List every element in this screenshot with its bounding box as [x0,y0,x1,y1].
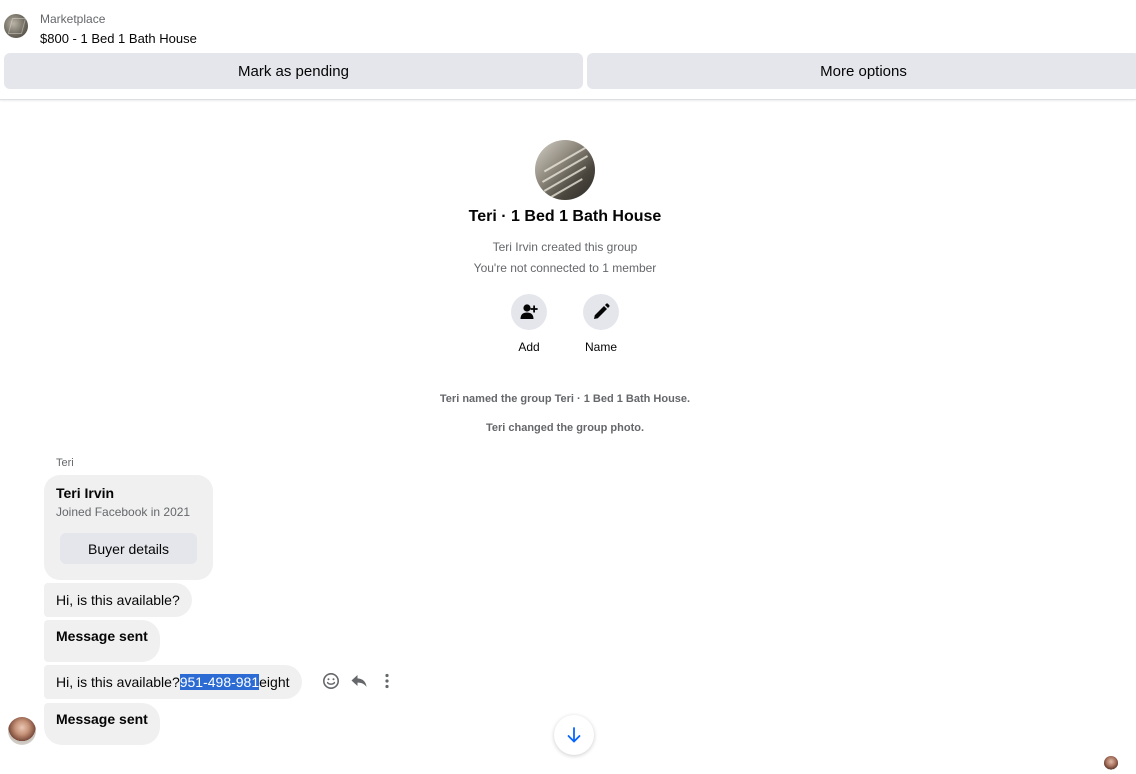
message-text: Hi, is this available? [56,592,180,608]
more-vertical-icon[interactable] [378,672,396,690]
buyer-details-button[interactable]: Buyer details [60,533,197,564]
listing-thumbnail[interactable] [4,14,28,38]
reply-icon[interactable] [350,672,368,690]
message-bubble[interactable]: Hi, is this available? 951-498-981 eight [44,665,302,699]
message-text: Message sent [56,711,148,727]
group-name: Teri · 1 Bed 1 Bath House [468,208,662,225]
pencil-icon[interactable] [583,294,619,330]
arrow-down-icon [567,727,581,743]
scroll-to-bottom-button[interactable] [554,715,594,755]
message-text: eight [259,674,290,690]
message-text: Message sent [56,628,148,644]
name-group-action[interactable]: Name [581,294,621,354]
message-text: Hi, is this available? [56,674,180,690]
mark-as-pending-label: Mark as pending [238,62,349,80]
buyer-name: Teri Irvin [56,485,115,501]
emoji-icon[interactable] [322,672,340,690]
listing-title[interactable]: $800 - 1 Bed 1 Bath House [40,31,197,46]
marketplace-header: Marketplace $800 - 1 Bed 1 Bath House Ma… [0,0,1136,100]
system-message: Teri named the group Teri · 1 Bed 1 Bath… [439,393,691,405]
group-connection-text: You're not connected to 1 member [473,261,657,275]
marketplace-label: Marketplace [40,12,106,26]
selected-text: 951-498-981 [179,674,260,690]
group-created-text: Teri Irvin created this group [492,240,638,254]
message-bubble[interactable]: Message sent [44,620,160,662]
name-label: Name [584,340,617,354]
buyer-joined-text: Joined Facebook in 2021 [56,505,191,519]
buyer-card: Teri Irvin Joined Facebook in 2021 Buyer… [44,475,213,580]
message-bubble[interactable]: Hi, is this available? [44,583,192,617]
sender-avatar[interactable] [8,717,36,745]
add-person-icon[interactable] [511,294,547,330]
system-message: Teri changed the group photo. [485,422,645,434]
group-photo[interactable] [535,140,595,200]
more-options-label: More options [820,62,907,80]
add-label: Add [518,340,540,354]
read-receipt-avatar [1104,756,1118,770]
sender-name: Teri [56,457,74,469]
mark-as-pending-button[interactable]: Mark as pending [4,53,583,89]
add-member-action[interactable]: Add [509,294,549,354]
message-actions [322,672,396,690]
more-options-button[interactable]: More options [587,53,1136,89]
message-bubble[interactable]: Message sent [44,703,160,745]
